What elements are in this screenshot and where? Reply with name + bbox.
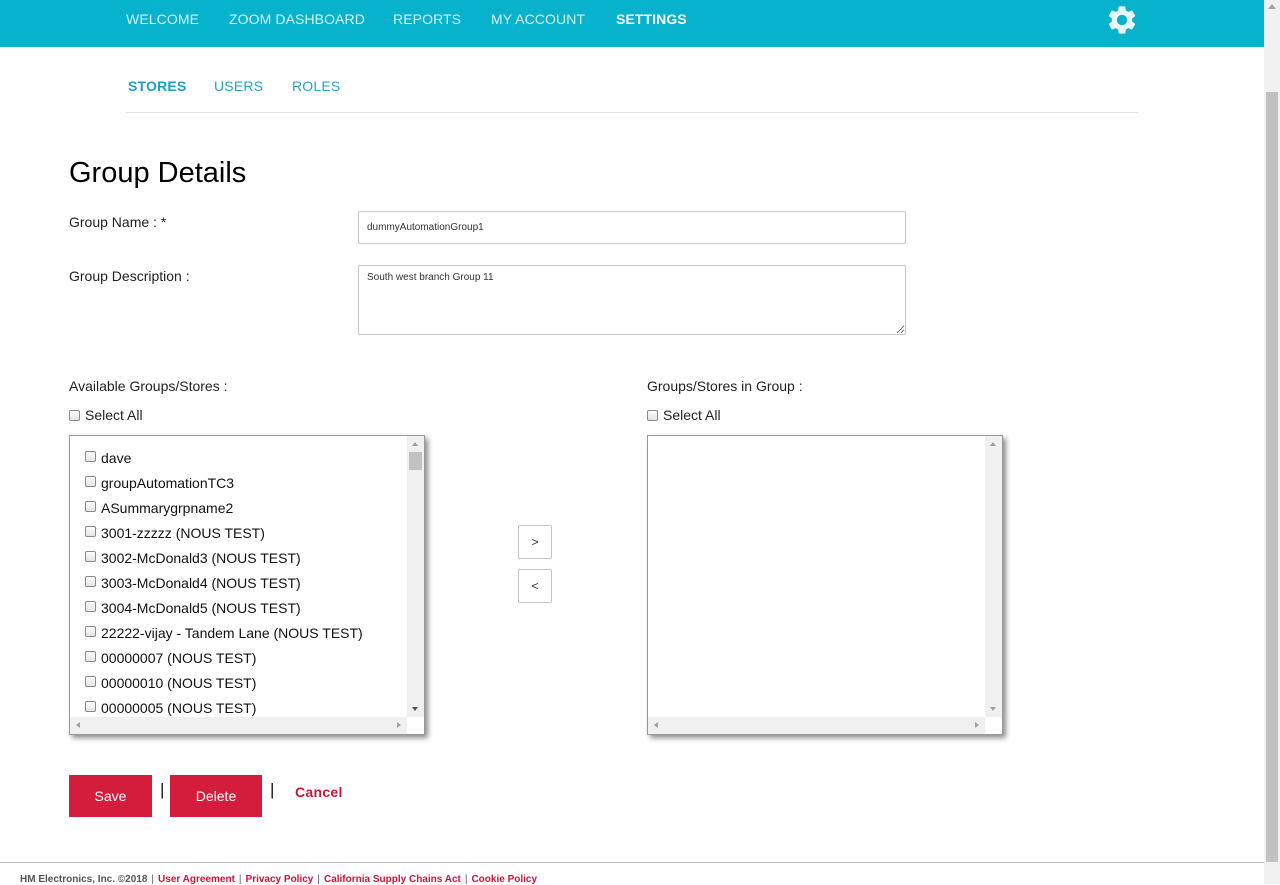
nav-my-account[interactable]: MY ACCOUNT — [491, 11, 585, 27]
save-button[interactable]: Save — [69, 775, 152, 817]
list-item-label: 00000010 (NOUS TEST) — [101, 674, 257, 691]
list-item-checkbox[interactable] — [85, 701, 96, 712]
delete-button[interactable]: Delete — [170, 775, 262, 817]
available-select-all-label: Select All — [85, 407, 143, 423]
cancel-link[interactable]: Cancel — [295, 784, 343, 800]
available-select-all[interactable]: Select All — [69, 407, 143, 423]
move-left-button[interactable]: < — [518, 569, 552, 603]
list-item-checkbox[interactable] — [85, 526, 96, 537]
footer-separator: | — [464, 874, 468, 885]
in-group-list-items — [648, 436, 985, 717]
list-item-label: 22222-vijay - Tandem Lane (NOUS TEST) — [101, 624, 363, 641]
footer-link-privacy-policy[interactable]: Privacy Policy — [246, 874, 314, 885]
list-item[interactable]: 3004-McDonald5 (NOUS TEST) — [70, 595, 407, 620]
scroll-down-icon[interactable] — [990, 707, 996, 711]
scroll-right-icon[interactable] — [975, 722, 979, 728]
list-item-label: 3004-McDonald5 (NOUS TEST) — [101, 599, 301, 616]
tab-users[interactable]: USERS — [214, 78, 263, 94]
in-group-label: Groups/Stores in Group : — [647, 378, 803, 394]
list-item-checkbox[interactable] — [85, 501, 96, 512]
scroll-up-icon[interactable] — [1268, 4, 1276, 9]
scroll-left-icon[interactable] — [76, 722, 80, 728]
tab-roles[interactable]: ROLES — [292, 78, 340, 94]
list-item-checkbox[interactable] — [85, 626, 96, 637]
group-description-textarea[interactable]: South west branch Group 11 — [358, 265, 906, 335]
available-list-hscrollbar[interactable] — [70, 717, 407, 734]
page-title: Group Details — [69, 157, 247, 189]
list-item-label: groupAutomationTC3 — [101, 474, 235, 491]
in-group-select-all[interactable]: Select All — [647, 407, 721, 423]
list-item-checkbox[interactable] — [85, 651, 96, 662]
list-item-checkbox[interactable] — [85, 476, 96, 487]
scroll-left-icon[interactable] — [654, 722, 658, 728]
top-nav-bar: WELCOME ZOOM DASHBOARD REPORTS MY ACCOUN… — [0, 0, 1264, 47]
in-group-list-hscrollbar[interactable] — [648, 717, 985, 734]
list-item[interactable]: 3002-McDonald3 (NOUS TEST) — [70, 545, 407, 570]
list-item-checkbox[interactable] — [85, 676, 96, 687]
list-item[interactable]: 00000010 (NOUS TEST) — [70, 670, 407, 695]
nav-settings[interactable]: SETTINGS — [616, 11, 687, 27]
in-group-select-all-label: Select All — [663, 407, 721, 423]
list-item-checkbox[interactable] — [85, 601, 96, 612]
group-name-input[interactable] — [358, 211, 906, 244]
group-name-label: Group Name : * — [69, 214, 167, 230]
scroll-up-icon[interactable] — [990, 442, 996, 446]
list-item[interactable]: 3001-zzzzz (NOUS TEST) — [70, 520, 407, 545]
nav-reports[interactable]: REPORTS — [393, 11, 461, 27]
in-group-list-vscrollbar[interactable] — [985, 436, 1002, 717]
tab-stores[interactable]: STORES — [128, 78, 187, 94]
gear-icon[interactable] — [1105, 3, 1139, 37]
in-group-select-all-checkbox[interactable] — [647, 409, 658, 421]
available-list-items: dave groupAutomationTC3 ASummarygrpname2… — [70, 436, 407, 717]
action-separator: | — [270, 780, 275, 799]
available-list[interactable]: dave groupAutomationTC3 ASummarygrpname2… — [69, 435, 425, 735]
list-item-checkbox[interactable] — [85, 576, 96, 587]
list-item[interactable]: groupAutomationTC3 — [70, 470, 407, 495]
list-item-checkbox[interactable] — [85, 551, 96, 562]
list-item-checkbox[interactable] — [85, 451, 96, 462]
footer-link-supply-chains-act[interactable]: California Supply Chains Act — [324, 874, 461, 885]
list-item[interactable]: dave — [70, 445, 407, 470]
scroll-down-icon[interactable] — [412, 707, 418, 711]
page-scrollbar[interactable] — [1264, 0, 1280, 884]
list-item[interactable]: ASummarygrpname2 — [70, 495, 407, 520]
scroll-right-icon[interactable] — [397, 722, 401, 728]
footer-separator: | — [238, 874, 242, 885]
footer-link-cookie-policy[interactable]: Cookie Policy — [471, 874, 537, 885]
nav-zoom-dashboard[interactable]: ZOOM DASHBOARD — [229, 11, 365, 27]
list-item-label: ASummarygrpname2 — [101, 499, 234, 516]
available-list-vscrollbar[interactable] — [407, 436, 424, 717]
footer-divider — [0, 862, 1264, 863]
sub-nav-divider — [126, 112, 1138, 113]
footer-separator: | — [151, 874, 155, 885]
footer-link-user-agreement[interactable]: User Agreement — [158, 874, 235, 885]
list-item-label: 00000007 (NOUS TEST) — [101, 649, 257, 666]
scrollbar-corner — [407, 717, 424, 734]
action-separator: | — [160, 780, 165, 799]
in-group-list[interactable] — [647, 435, 1003, 735]
available-select-all-checkbox[interactable] — [69, 409, 80, 421]
available-groups-label: Available Groups/Stores : — [69, 378, 228, 394]
list-item[interactable]: 3003-McDonald4 (NOUS TEST) — [70, 570, 407, 595]
list-item-label: 3003-McDonald4 (NOUS TEST) — [101, 574, 301, 591]
list-item-label: 3002-McDonald3 (NOUS TEST) — [101, 549, 301, 566]
scroll-up-icon[interactable] — [412, 442, 418, 446]
footer: HM Electronics, Inc. ©2018 | User Agreemen… — [20, 874, 537, 885]
page-scrollbar-thumb[interactable] — [1266, 92, 1278, 862]
move-right-button[interactable]: > — [518, 525, 552, 559]
list-item[interactable]: 22222-vijay - Tandem Lane (NOUS TEST) — [70, 620, 407, 645]
list-item-label: 00000005 (NOUS TEST) — [101, 699, 257, 716]
list-item[interactable]: 00000007 (NOUS TEST) — [70, 645, 407, 670]
list-item-label: 3001-zzzzz (NOUS TEST) — [101, 524, 265, 541]
footer-copyright: HM Electronics, Inc. ©2018 — [20, 874, 148, 885]
footer-separator: | — [317, 874, 320, 885]
available-list-scroll-thumb[interactable] — [409, 452, 422, 470]
nav-welcome[interactable]: WELCOME — [126, 11, 199, 27]
scrollbar-corner — [985, 717, 1002, 734]
group-description-label: Group Description : — [69, 268, 190, 284]
list-item-label: dave — [101, 449, 132, 466]
